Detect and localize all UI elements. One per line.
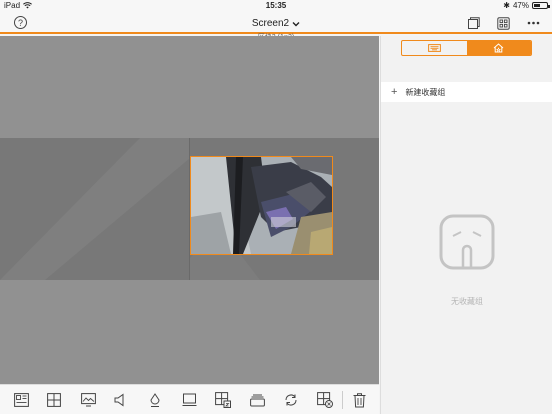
tab-devices[interactable] [402, 41, 467, 55]
home-star-icon [493, 43, 504, 53]
trash-icon [353, 392, 365, 407]
single-window-icon [467, 16, 480, 29]
layout-split-button[interactable] [13, 392, 29, 408]
status-time: 15:35 [265, 1, 287, 10]
ptz-icon [150, 392, 160, 407]
add-favorite-group-button[interactable]: + 新建收藏组 [381, 82, 552, 102]
more-button[interactable] [526, 16, 540, 30]
speaker-icon [114, 393, 124, 407]
screen-button[interactable] [181, 392, 197, 408]
ptz-button[interactable] [147, 392, 163, 408]
screen-selector[interactable]: Screen2 [252, 18, 300, 29]
video-tile[interactable] [190, 156, 333, 255]
nav-bar: ? Screen2 区块2 (1×2) [0, 12, 552, 41]
empty-state-icon [439, 214, 495, 270]
grid-four-icon [47, 393, 61, 407]
grid-four-button[interactable] [46, 392, 62, 408]
window-stack-icon [249, 394, 265, 407]
favorites-panel: + 新建收藏组 无收藏组 [380, 36, 552, 414]
battery-icon [532, 2, 550, 9]
add-group-label: 新建收藏组 [405, 87, 446, 97]
grid-edit-icon [215, 392, 231, 408]
battery-level [534, 4, 540, 7]
delete-button[interactable] [351, 392, 367, 408]
panel-tabs [401, 40, 532, 56]
chevron-down-icon [292, 21, 300, 26]
screen-title: Screen2 [251, 18, 290, 29]
image-monitor-button[interactable] [80, 392, 96, 408]
layout-split-icon [13, 393, 29, 407]
grid-button[interactable] [496, 16, 510, 30]
bluetooth-icon: ✱ [503, 1, 510, 10]
refresh-icon [285, 394, 297, 406]
tab-favorites[interactable] [466, 41, 531, 55]
empty-state-text: 无收藏组 [451, 297, 483, 306]
refresh-button[interactable] [283, 392, 299, 408]
single-window-button[interactable] [466, 16, 480, 30]
more-icon [527, 21, 539, 25]
grid-icon [496, 16, 510, 30]
window-stack-button[interactable] [249, 392, 265, 408]
grid-close-button[interactable] [317, 392, 333, 408]
bottom-toolbar [0, 384, 379, 414]
keyboard-icon [427, 44, 441, 52]
status-bar: iPad 15:35 ✱ 47% [0, 0, 552, 12]
grid-close-icon [317, 392, 333, 408]
toolbar-divider [342, 391, 343, 409]
battery-percent: 47% [512, 1, 529, 10]
camera-feed [191, 157, 332, 254]
audio-button[interactable] [113, 392, 129, 408]
screen-icon [182, 393, 196, 406]
grid-edit-button[interactable] [215, 392, 231, 408]
image-monitor-icon [80, 393, 96, 407]
plus-icon: + [391, 85, 398, 98]
video-area[interactable] [0, 36, 379, 384]
